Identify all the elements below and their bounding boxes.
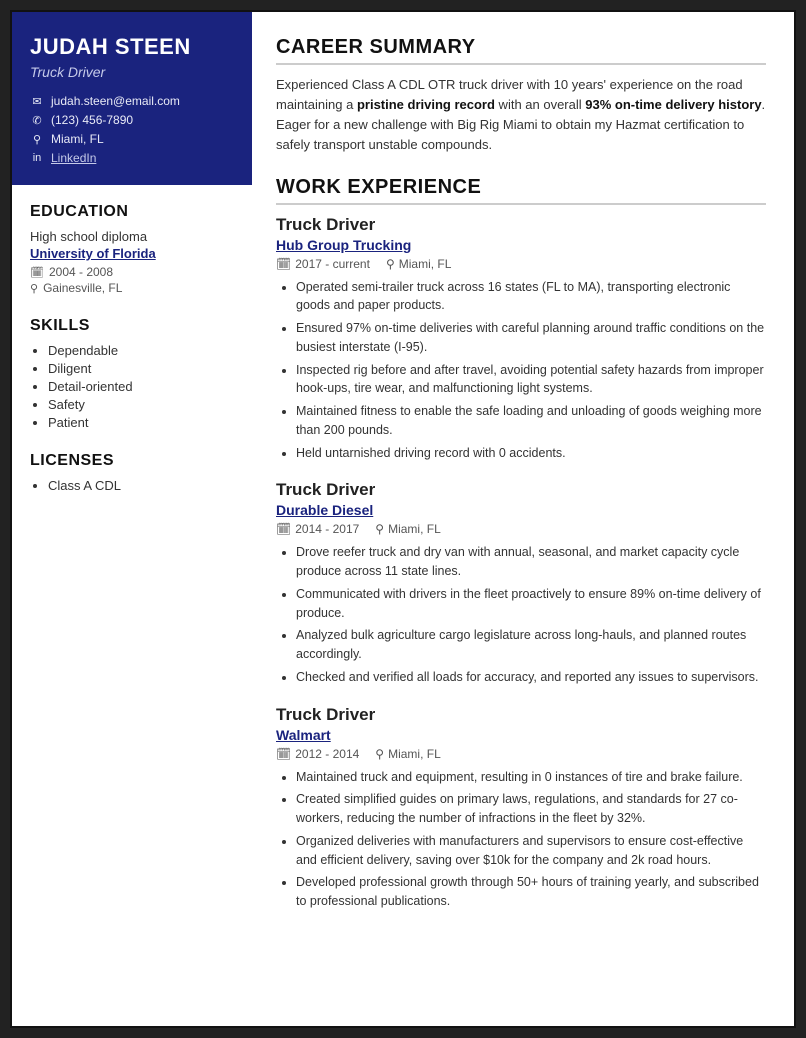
- bullet: Drove reefer truck and dry van with annu…: [296, 543, 766, 581]
- bullet: Communicated with drivers in the fleet p…: [296, 585, 766, 623]
- bullet: Organized deliveries with manufacturers …: [296, 832, 766, 870]
- education-section: EDUCATION High school diploma University…: [30, 203, 234, 295]
- bullet: Held untarnished driving record with 0 a…: [296, 444, 766, 463]
- skill-item: Patient: [48, 415, 234, 430]
- sidebar-header: JUDAH STEEN Truck Driver ✉ judah.steen@e…: [12, 12, 252, 185]
- work-experience-section: WORK EXPERIENCE Truck Driver Hub Group T…: [276, 176, 766, 929]
- bullet: Analyzed bulk agriculture cargo legislat…: [296, 626, 766, 664]
- job-2-location: ⚲ Miami, FL: [375, 522, 440, 536]
- calendar-icon: 🗓: [30, 266, 44, 279]
- calendar-icon-1: 🗓: [276, 257, 291, 271]
- job-3-company: Walmart: [276, 727, 766, 743]
- job-1-bullets: Operated semi-trailer truck across 16 st…: [276, 278, 766, 463]
- contact-section: ✉ judah.steen@email.com ✆ (123) 456-7890…: [30, 94, 234, 165]
- licenses-list: Class A CDL: [30, 478, 234, 493]
- linkedin-icon: in: [30, 152, 44, 164]
- skill-item: Diligent: [48, 361, 234, 376]
- contact-linkedin[interactable]: in LinkedIn: [30, 151, 234, 165]
- location-icon-2: ⚲: [375, 522, 384, 536]
- bold-driving-record: pristine driving record: [357, 97, 495, 112]
- location-icon-3: ⚲: [375, 747, 384, 761]
- bullet: Operated semi-trailer truck across 16 st…: [296, 278, 766, 316]
- job-2-years: 🗓 2014 - 2017: [276, 522, 359, 536]
- calendar-icon-2: 🗓: [276, 522, 291, 536]
- job-1-meta: 🗓 2017 - current ⚲ Miami, FL: [276, 257, 766, 271]
- job-3-meta: 🗓 2012 - 2014 ⚲ Miami, FL: [276, 747, 766, 761]
- job-1-title: Truck Driver: [276, 215, 766, 235]
- bullet: Developed professional growth through 50…: [296, 873, 766, 911]
- edu-location-icon: ⚲: [30, 282, 38, 295]
- skill-item: Dependable: [48, 343, 234, 358]
- edu-years: 🗓 2004 - 2008: [30, 265, 234, 279]
- bullet: Checked and verified all loads for accur…: [296, 668, 766, 687]
- job-3-years: 🗓 2012 - 2014: [276, 747, 359, 761]
- skill-item: Safety: [48, 397, 234, 412]
- edu-location: ⚲ Gainesville, FL: [30, 281, 234, 295]
- job-1-location: ⚲ Miami, FL: [386, 257, 451, 271]
- career-summary-section: CAREER SUMMARY Experienced Class A CDL O…: [276, 36, 766, 156]
- career-summary-title: CAREER SUMMARY: [276, 36, 766, 65]
- bold-delivery-history: 93% on-time delivery history: [585, 97, 761, 112]
- sidebar: JUDAH STEEN Truck Driver ✉ judah.steen@e…: [12, 12, 252, 1026]
- skill-item: Detail-oriented: [48, 379, 234, 394]
- job-2-bullets: Drove reefer truck and dry van with annu…: [276, 543, 766, 686]
- work-experience-title: WORK EXPERIENCE: [276, 176, 766, 205]
- bullet: Created simplified guides on primary law…: [296, 790, 766, 828]
- job-1-years: 🗓 2017 - current: [276, 257, 370, 271]
- job-1: Truck Driver Hub Group Trucking 🗓 2017 -…: [276, 215, 766, 463]
- licenses-title: LICENSES: [30, 452, 234, 470]
- bullet: Ensured 97% on-time deliveries with care…: [296, 319, 766, 357]
- contact-location: ⚲ Miami, FL: [30, 132, 234, 146]
- licenses-section: LICENSES Class A CDL: [30, 452, 234, 493]
- bullet: Maintained fitness to enable the safe lo…: [296, 402, 766, 440]
- calendar-icon-3: 🗓: [276, 747, 291, 761]
- education-title: EDUCATION: [30, 203, 234, 221]
- bullet: Maintained truck and equipment, resultin…: [296, 768, 766, 787]
- candidate-name: JUDAH STEEN: [30, 34, 234, 60]
- job-2-title: Truck Driver: [276, 480, 766, 500]
- candidate-title: Truck Driver: [30, 64, 234, 80]
- job-2: Truck Driver Durable Diesel 🗓 2014 - 201…: [276, 480, 766, 686]
- license-item: Class A CDL: [48, 478, 234, 493]
- email-icon: ✉: [30, 95, 44, 108]
- bullet: Inspected rig before and after travel, a…: [296, 361, 766, 399]
- edu-degree: High school diploma: [30, 229, 234, 244]
- location-icon-1: ⚲: [386, 257, 395, 271]
- job-3-title: Truck Driver: [276, 705, 766, 725]
- contact-email: ✉ judah.steen@email.com: [30, 94, 234, 108]
- job-3-bullets: Maintained truck and equipment, resultin…: [276, 768, 766, 911]
- job-3-location: ⚲ Miami, FL: [375, 747, 440, 761]
- location-icon: ⚲: [30, 133, 44, 146]
- job-1-company: Hub Group Trucking: [276, 237, 766, 253]
- job-2-meta: 🗓 2014 - 2017 ⚲ Miami, FL: [276, 522, 766, 536]
- job-3: Truck Driver Walmart 🗓 2012 - 2014 ⚲ Mia…: [276, 705, 766, 911]
- job-2-company: Durable Diesel: [276, 502, 766, 518]
- skills-title: SKILLS: [30, 317, 234, 335]
- skills-list: Dependable Diligent Detail-oriented Safe…: [30, 343, 234, 430]
- skills-section: SKILLS Dependable Diligent Detail-orient…: [30, 317, 234, 430]
- sidebar-body: EDUCATION High school diploma University…: [12, 185, 252, 511]
- phone-icon: ✆: [30, 114, 44, 127]
- resume-container: JUDAH STEEN Truck Driver ✉ judah.steen@e…: [10, 10, 796, 1028]
- contact-phone: ✆ (123) 456-7890: [30, 113, 234, 127]
- career-summary-text: Experienced Class A CDL OTR truck driver…: [276, 75, 766, 156]
- main-content: CAREER SUMMARY Experienced Class A CDL O…: [252, 12, 794, 1026]
- edu-school: University of Florida: [30, 246, 234, 261]
